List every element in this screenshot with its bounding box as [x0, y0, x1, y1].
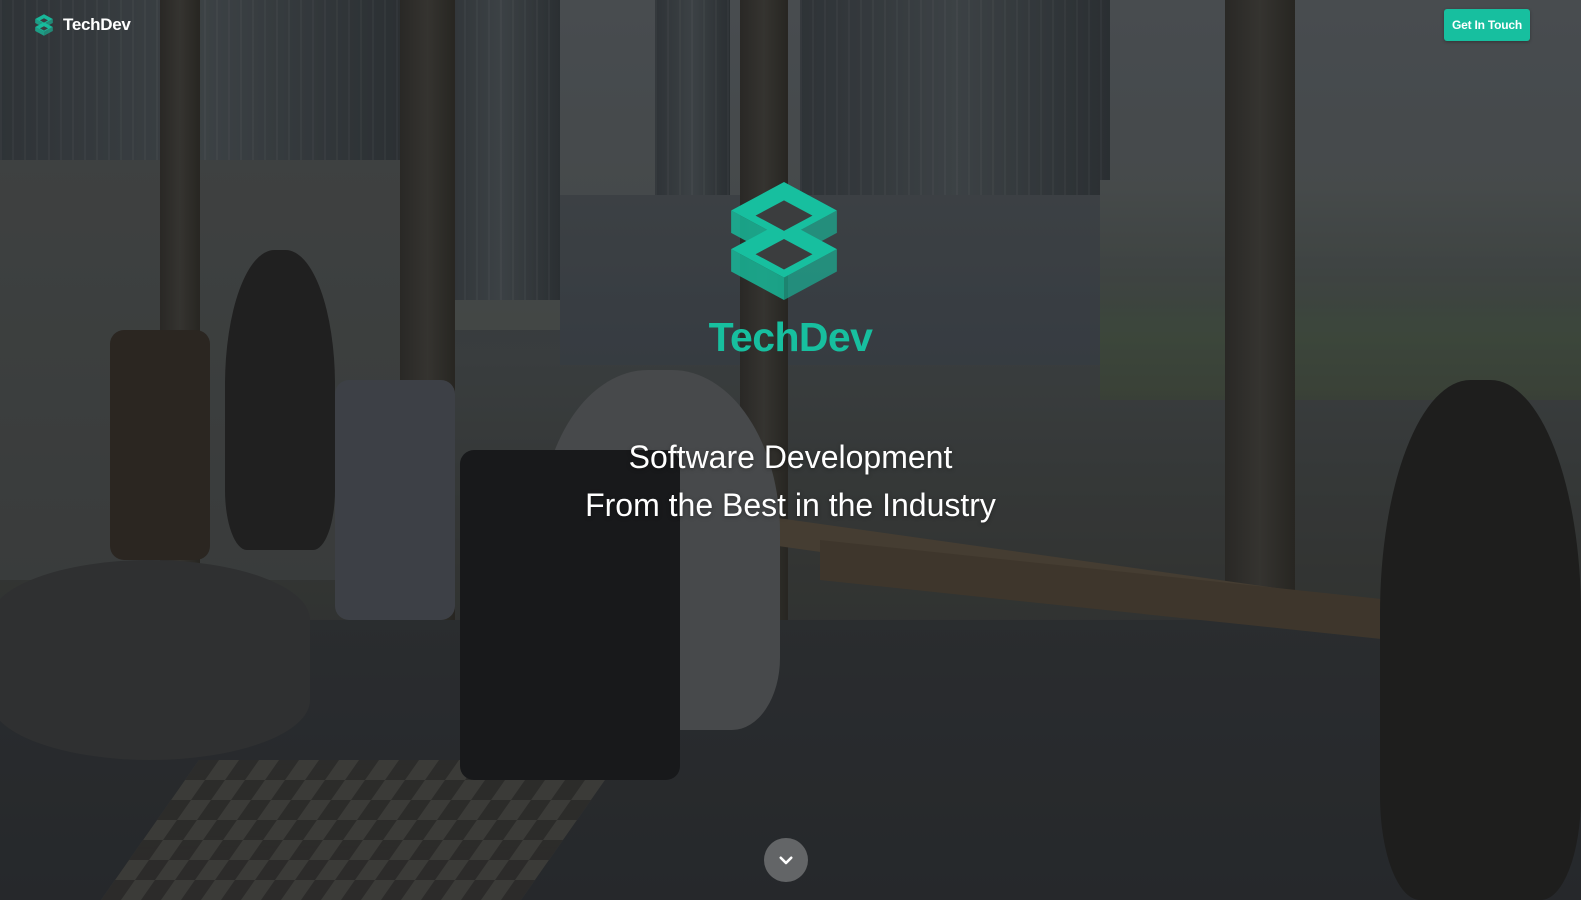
scroll-down-button[interactable]	[764, 838, 808, 882]
chevron-down-icon	[779, 856, 793, 865]
brand-name: TechDev	[63, 15, 131, 34]
headline-line-1: Software Development	[628, 439, 953, 475]
headline-line-2: From the Best in the Industry	[585, 487, 996, 523]
get-in-touch-button[interactable]: Get In Touch	[1444, 9, 1530, 41]
hero-brand-name: TechDev	[708, 314, 873, 360]
techdev-logo-icon	[731, 182, 837, 300]
techdev-logo-icon	[35, 14, 53, 36]
brand-link[interactable]: TechDev	[32, 13, 131, 37]
hero-headline: Software Development From the Best in th…	[0, 433, 1581, 529]
